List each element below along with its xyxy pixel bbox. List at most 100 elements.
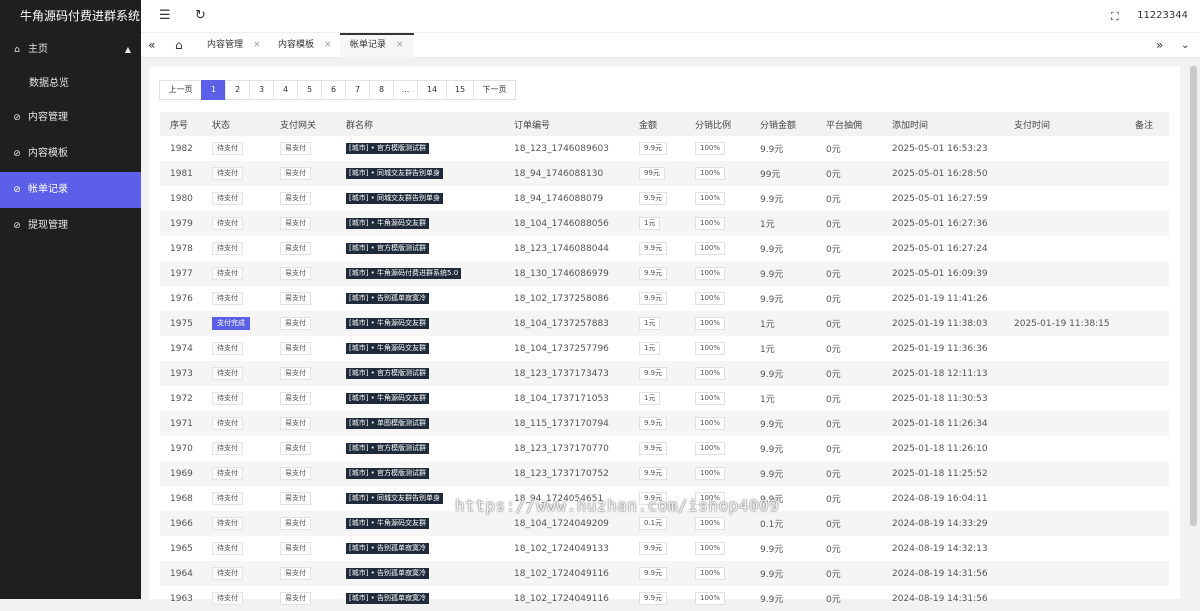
page-button[interactable]: 1 [201,80,226,100]
status-badge: 待支付 [212,292,243,305]
cell-id: 1972 [170,393,193,404]
cell-status: 待支付 [202,511,270,536]
group-name-tag: [城市] • 牛角源码交友群 [346,393,430,404]
cell-gateway: 易支付 [270,561,336,586]
cell-status: 待支付 [202,186,270,211]
cell-amount: 9.9元 [629,536,685,561]
page-button[interactable]: 7 [345,80,370,100]
page-button[interactable]: 3 [249,80,274,100]
cell-gateway: 易支付 [270,311,336,336]
cell-order: 18_104_1737171053 [514,393,609,404]
cell-gateway: 易支付 [270,236,336,261]
sidebar-item-content[interactable]: ⊘ 内容管理 [0,100,141,136]
sidebar-item-withdraw[interactable]: ⊘ 提现管理 [0,208,141,244]
tab-templates[interactable]: 内容模板 × [278,33,332,58]
home-tab-icon[interactable]: ⌂ [175,33,183,58]
next-page-button[interactable]: 下一页 [473,80,516,100]
cell-status: 待支付 [202,236,270,261]
status-badge: 待支付 [212,392,243,405]
cell-id: 1976 [170,293,193,304]
gateway-tag: 易支付 [280,342,311,355]
sidebar-item-billing[interactable]: ⊘ 帐单记录 [0,172,141,208]
menu-toggle-icon[interactable]: ☰ [159,8,171,23]
cell-ratio: 100% [685,461,750,486]
group-name-tag: [城市] • 牛角源码交友群 [346,343,430,354]
close-icon[interactable]: × [253,40,261,50]
amount-tag: 9.9元 [639,242,668,255]
cell-note [1125,286,1169,311]
page-button[interactable]: 15 [446,80,474,100]
page-button[interactable]: 6 [321,80,346,100]
fullscreen-icon[interactable]: ⛶ [1111,10,1119,24]
cell-fee: 0元 [816,511,882,536]
sidebar-item-home[interactable]: ⌂ 主页 ▲ [0,32,141,68]
column-header: 平台抽佣 [816,112,882,136]
cell-note [1125,536,1169,561]
cell-amount: 9.9元 [629,236,685,261]
gateway-tag: 易支付 [280,467,311,480]
refresh-icon[interactable]: ↻ [195,8,206,23]
cell-dist: 9.9元 [760,145,784,155]
chevron-down-icon[interactable]: ⌄ [1181,33,1189,58]
cell-id: 1971 [160,411,202,436]
page-button[interactable]: 5 [297,80,322,100]
cell-fee: 0元 [816,411,882,436]
cell-dist: 1元 [760,395,775,405]
cell-status: 待支付 [202,411,270,436]
cell-order: 18_123_1746088044 [514,243,609,254]
cell-group: [城市] • 官方模版测试群 [336,136,504,161]
page-button[interactable]: 4 [273,80,298,100]
sidebar-item-dashboard[interactable]: 数据总览 [0,66,141,102]
table-row: 1969 待支付 易支付 [城市] • 官方模版测试群 18_123_173717075… [160,461,1169,486]
sidebar: 牛角源码付费进群系统 ⌂ 主页 ▲ 数据总览 ⊘ 内容管理 ⊘ 内容模板 ⊘ 帐单记录 … [0,0,141,599]
tabs-scroll-left-icon[interactable]: « [148,33,155,58]
amount-tag: 9.9元 [639,267,668,280]
cell-status: 支付完成 [202,311,270,336]
cell-dist: 1元 [750,311,816,336]
amount-tag: 9.9元 [639,142,668,155]
column-header: 群名称 [336,112,504,136]
close-icon[interactable]: × [396,40,404,50]
cell-fee: 0元 [816,311,882,336]
cell-id: 1980 [170,193,193,204]
tab-billing[interactable]: 帐单记录 × [340,33,414,58]
scrollbar[interactable] [1187,58,1200,599]
cell-fee: 0元 [816,361,882,386]
billing-table: 序号 状态 支付网关 群名称 订单编号 金额 分销比例 分销金额 平台抽佣 添加时间 支付时间 备注 … [160,112,1169,611]
cell-order: 18_115_1737170794 [504,411,629,436]
cell-order: 18_102_1737258086 [514,293,609,304]
cell-paid [1004,136,1125,161]
gateway-tag: 易支付 [280,442,311,455]
page-button[interactable]: 8 [369,80,394,100]
cell-group: [城市] • 告别孤单寂寞冷 [336,286,504,311]
user-name[interactable]: 11223344 [1137,10,1188,21]
page-button[interactable]: 14 [417,80,447,100]
page-button[interactable]: 2 [225,80,250,100]
cell-note [1125,461,1169,486]
ratio-tag: 100% [695,417,726,430]
cell-ratio: 100% [685,536,750,561]
gateway-tag: 易支付 [280,142,311,155]
cell-note [1125,186,1169,211]
cell-added: 2025-01-18 11:30:53 [892,393,988,404]
cell-added: 2025-05-01 16:09:39 [882,261,1004,286]
sidebar-item-label: 主页 [28,44,48,55]
sidebar-item-templates[interactable]: ⊘ 内容模板 [0,136,141,172]
cell-fee: 0元 [816,211,882,236]
cell-gateway: 易支付 [270,186,336,211]
prev-page-button[interactable]: 上一页 [159,80,202,100]
group-name-tag: [城市] • 同城交友群告别单身 [346,493,444,504]
scrollbar-thumb[interactable] [1190,66,1197,526]
cell-group: [城市] • 告别孤单寂寞冷 [336,536,504,561]
close-icon[interactable]: × [324,40,332,50]
cell-id: 1970 [170,443,193,454]
cell-ratio: 100% [685,211,750,236]
cell-amount: 9.9元 [629,361,685,386]
cell-note [1125,411,1169,436]
cell-amount: 9.9元 [629,411,685,436]
tabs-scroll-right-icon[interactable]: » [1156,33,1163,58]
cell-status: 待支付 [202,336,270,361]
status-badge: 待支付 [212,442,243,455]
tab-content[interactable]: 内容管理 × [207,33,261,58]
amount-tag: 9.9元 [639,442,668,455]
